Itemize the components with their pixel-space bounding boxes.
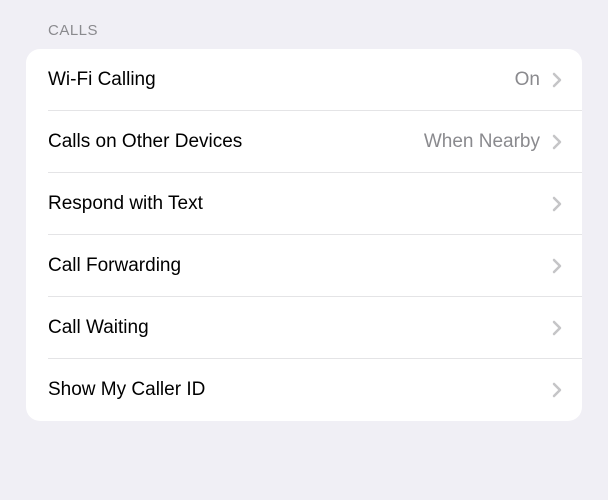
chevron-right-icon xyxy=(552,196,562,212)
settings-list: Wi-Fi Calling On Calls on Other Devices … xyxy=(26,49,582,421)
chevron-right-icon xyxy=(552,72,562,88)
row-show-my-caller-id[interactable]: Show My Caller ID xyxy=(26,359,582,421)
row-label: Show My Caller ID xyxy=(48,379,540,401)
row-label: Calls on Other Devices xyxy=(48,131,424,153)
chevron-right-icon xyxy=(552,258,562,274)
chevron-right-icon xyxy=(552,320,562,336)
chevron-right-icon xyxy=(552,134,562,150)
row-call-waiting[interactable]: Call Waiting xyxy=(26,297,582,359)
row-label: Respond with Text xyxy=(48,193,540,215)
section-header-calls: CALLS xyxy=(0,0,608,49)
row-call-forwarding[interactable]: Call Forwarding xyxy=(26,235,582,297)
row-value: When Nearby xyxy=(424,131,540,153)
row-label: Call Forwarding xyxy=(48,255,540,277)
row-label: Call Waiting xyxy=(48,317,540,339)
row-calls-on-other-devices[interactable]: Calls on Other Devices When Nearby xyxy=(26,111,582,173)
row-value: On xyxy=(515,69,540,91)
row-wifi-calling[interactable]: Wi-Fi Calling On xyxy=(26,49,582,111)
row-respond-with-text[interactable]: Respond with Text xyxy=(26,173,582,235)
row-label: Wi-Fi Calling xyxy=(48,69,515,91)
chevron-right-icon xyxy=(552,382,562,398)
